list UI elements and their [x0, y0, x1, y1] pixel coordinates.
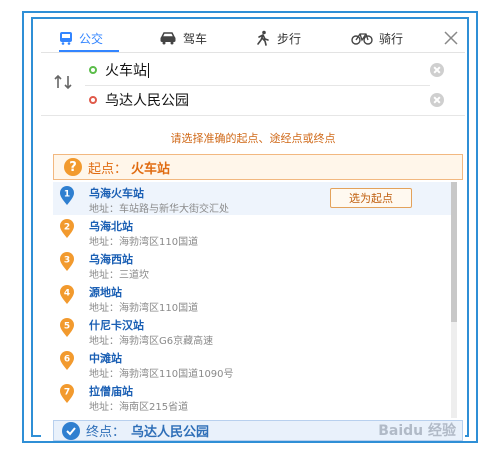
result-name[interactable]: 中滩站: [89, 350, 122, 366]
divider: [41, 115, 465, 116]
result-name[interactable]: 乌海西站: [89, 251, 133, 267]
mode-tabs: 公交 驾车 步行 骑行: [41, 24, 465, 53]
end-label: 终点：: [86, 425, 126, 440]
result-address: 地址：海勃湾区110国道: [89, 237, 199, 248]
result-address: 地址：三道坎: [89, 270, 149, 281]
list-item[interactable]: 4 源地站 地址：海勃湾区110国道: [53, 281, 451, 314]
text-caret: [148, 62, 149, 78]
orange-pin-icon: 3: [60, 252, 74, 271]
swap-icon[interactable]: [53, 74, 75, 90]
tab-bike[interactable]: 骑行: [351, 24, 403, 52]
result-name[interactable]: 什尼卡汉站: [89, 317, 144, 333]
clear-start-icon[interactable]: [430, 63, 444, 77]
selection-prompt: 请选择准确的起点、途经点或终点: [170, 132, 336, 145]
active-tab-indicator: [59, 50, 119, 52]
svg-text:3: 3: [64, 256, 70, 266]
result-address: 地址：海勃湾区110国道: [89, 303, 199, 314]
list-item[interactable]: 1 乌海火车站 地址：车站路与新华大街交汇处 选为起点: [53, 182, 451, 215]
tab-car[interactable]: 驾车: [159, 24, 207, 52]
check-icon: [62, 421, 80, 440]
result-address: 地址：海南区215省道: [89, 402, 189, 413]
route-panel: 公交 驾车 步行 骑行 火车站 乌达人民公园 请选择准确的起点、途经点或终点 ?…: [41, 24, 465, 441]
orange-pin-icon: 7: [60, 384, 74, 403]
blue-pin-icon: 1: [60, 186, 74, 205]
result-list: 1 乌海火车站 地址：车站路与新华大街交汇处 选为起点 2 乌海北站 地址：海勃…: [53, 182, 451, 418]
start-input-value: 火车站: [105, 63, 147, 79]
end-input[interactable]: 乌达人民公园: [85, 85, 444, 116]
list-scrollbar[interactable]: [451, 182, 457, 418]
orange-pin-icon: 5: [60, 318, 74, 337]
scrollbar-thumb[interactable]: [451, 182, 457, 322]
end-point-bar[interactable]: 终点： 乌达人民公园 Baidu 经验: [53, 420, 463, 441]
clear-end-icon[interactable]: [430, 93, 444, 107]
start-input[interactable]: 火车站: [85, 55, 444, 86]
svg-text:4: 4: [64, 289, 70, 299]
start-label: 起点：: [88, 161, 128, 177]
list-item[interactable]: 2 乌海北站 地址：海勃湾区110国道: [53, 215, 451, 248]
car-icon: [159, 31, 177, 45]
walk-icon: [255, 30, 271, 46]
end-input-value: 乌达人民公园: [105, 93, 189, 109]
tab-label: 驾车: [183, 31, 208, 46]
end-name: 乌达人民公园: [131, 425, 210, 440]
tab-label: 公交: [79, 31, 104, 46]
bus-icon: [59, 31, 73, 45]
list-item[interactable]: 5 什尼卡汉站 地址：海勃湾区G6京藏高速: [53, 314, 451, 347]
result-address: 地址：海勃湾区110国道1090号: [89, 369, 234, 380]
list-item[interactable]: 7 拉僧庙站 地址：海南区215省道: [53, 380, 451, 413]
tab-bus[interactable]: 公交: [59, 24, 103, 52]
result-name[interactable]: 乌海北站: [89, 218, 133, 234]
result-address: 地址：车站路与新华大街交汇处: [89, 204, 229, 215]
question-icon: ?: [64, 158, 82, 176]
list-item[interactable]: 3 乌海西站 地址：三道坎: [53, 248, 451, 281]
svg-text:5: 5: [64, 322, 70, 332]
svg-text:1: 1: [64, 190, 70, 200]
tab-label: 步行: [277, 31, 302, 46]
close-icon[interactable]: [441, 28, 461, 48]
result-address: 地址：海勃湾区G6京藏高速: [89, 336, 214, 347]
list-item[interactable]: 6 中滩站 地址：海勃湾区110国道1090号: [53, 347, 451, 380]
tab-label: 骑行: [379, 31, 404, 46]
result-name[interactable]: 源地站: [89, 284, 122, 300]
tab-walk[interactable]: 步行: [255, 24, 301, 52]
start-dot-icon: [89, 66, 97, 74]
orange-pin-icon: 4: [60, 285, 74, 304]
svg-text:7: 7: [64, 388, 70, 398]
bike-icon: [351, 31, 373, 45]
result-name[interactable]: 拉僧庙站: [89, 383, 133, 399]
orange-pin-icon: 2: [60, 219, 74, 238]
svg-text:6: 6: [64, 355, 70, 365]
orange-pin-icon: 6: [60, 351, 74, 370]
end-dot-icon: [89, 96, 97, 104]
watermark: Baidu 经验: [378, 423, 456, 439]
svg-text:2: 2: [64, 223, 70, 233]
start-point-header[interactable]: ? 起点： 火车站: [53, 154, 463, 180]
start-name: 火车站: [131, 161, 171, 177]
result-name[interactable]: 乌海火车站: [89, 185, 144, 201]
select-as-start-button[interactable]: 选为起点: [330, 188, 412, 208]
